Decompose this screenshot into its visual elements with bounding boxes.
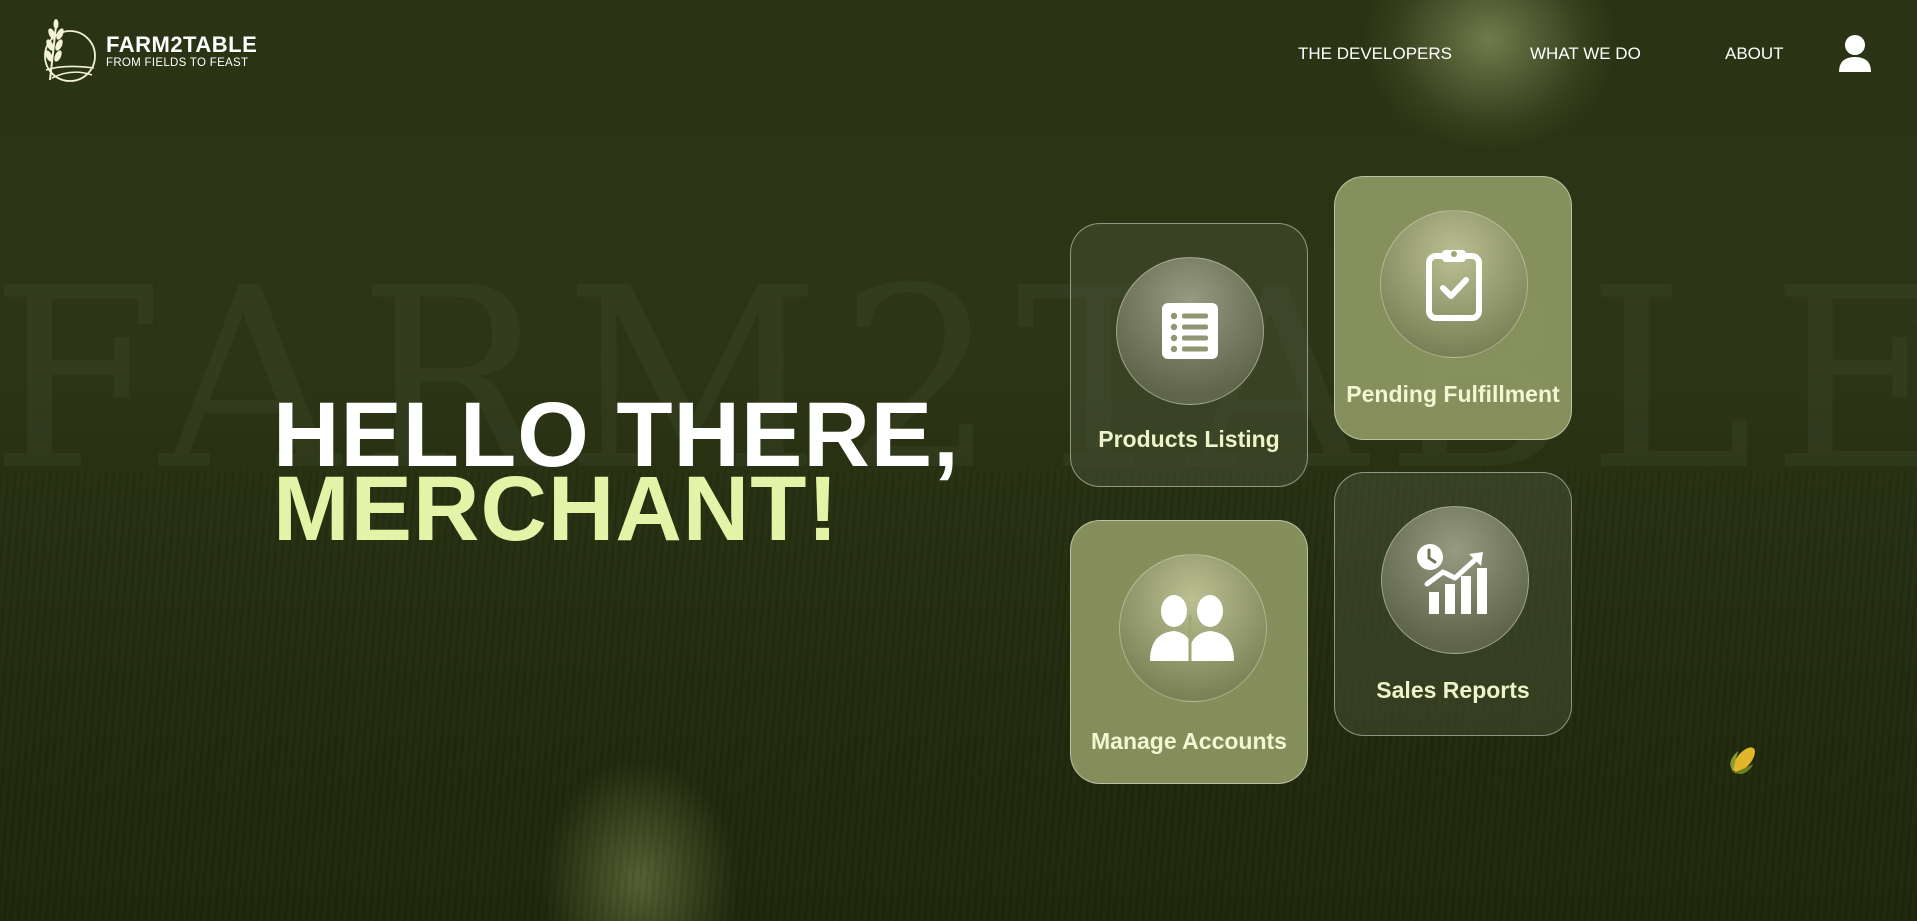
nav-the-developers[interactable]: THE DEVELOPERS <box>1298 44 1452 64</box>
clipboard-check-icon <box>1426 250 1482 321</box>
products-listing-icon-circle <box>1116 257 1264 405</box>
list-icon <box>1162 303 1218 359</box>
corn-icon <box>1730 747 1755 775</box>
sales-reports-label: Sales Reports <box>1376 677 1530 703</box>
sales-reports-card[interactable]: Sales Reports <box>1334 472 1572 736</box>
user-icon[interactable] <box>1838 34 1872 74</box>
sales-reports-icon-circle <box>1381 506 1529 654</box>
pending-fulfillment-icon-circle <box>1380 210 1528 358</box>
nav-about[interactable]: ABOUT <box>1725 44 1784 64</box>
manage-accounts-card[interactable]: Manage Accounts <box>1070 520 1308 784</box>
pending-fulfillment-card[interactable]: Pending Fulfillment <box>1334 176 1572 440</box>
hero-heading: HELLO THERE, MERCHANT! <box>273 389 960 555</box>
manage-accounts-icon-circle <box>1119 554 1267 702</box>
products-listing-card[interactable]: Products Listing <box>1070 223 1308 487</box>
nav-what-we-do[interactable]: WHAT WE DO <box>1530 44 1641 64</box>
pending-fulfillment-label: Pending Fulfillment <box>1346 381 1560 407</box>
users-icon <box>1150 595 1234 661</box>
brand-tagline: FROM FIELDS TO FEAST <box>106 57 249 69</box>
products-listing-label: Products Listing <box>1098 426 1280 452</box>
wheat-logo-icon <box>44 19 96 82</box>
brand-name: FARM2TABLE <box>106 32 258 57</box>
logo[interactable]: FARM2TABLE FROM FIELDS TO FEAST <box>34 18 257 86</box>
manage-accounts-label: Manage Accounts <box>1091 728 1287 754</box>
sales-chart-icon <box>1417 544 1487 614</box>
